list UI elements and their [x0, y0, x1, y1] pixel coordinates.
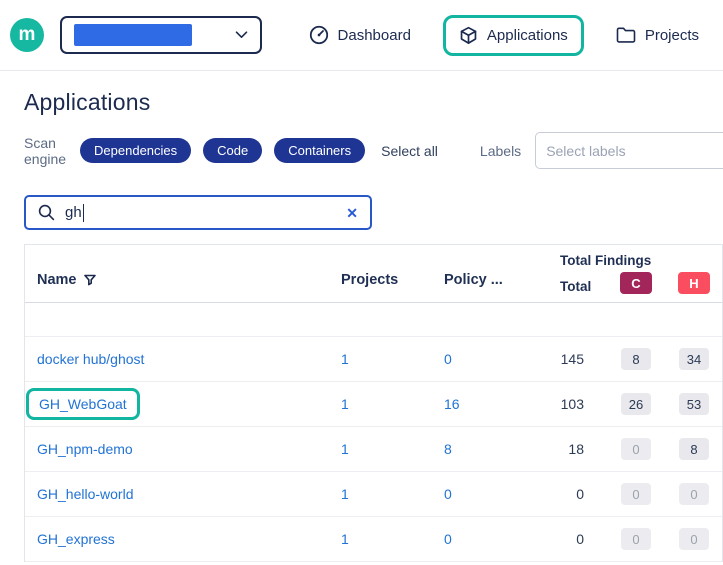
high-count-badge: 53	[679, 393, 709, 415]
critical-severity-badge[interactable]: C	[620, 272, 652, 294]
column-header-total[interactable]: Total	[540, 279, 608, 294]
projects-count-link[interactable]: 1	[341, 486, 349, 502]
filters-bar: Scan engine Dependencies Code Containers…	[24, 132, 723, 169]
high-count-badge: 0	[679, 528, 709, 550]
policy-violations-link[interactable]: 0	[444, 486, 452, 502]
app-name-link[interactable]: GH_hello-world	[37, 486, 133, 502]
critical-count-badge: 0	[621, 528, 651, 550]
total-findings-value: 103	[540, 396, 608, 412]
gauge-icon	[309, 25, 329, 45]
page-title: Applications	[24, 89, 723, 116]
table-row: GH_hello-world 1 0 0 0 0	[25, 472, 722, 517]
org-selector-dropdown[interactable]	[60, 16, 262, 54]
nav-dashboard[interactable]: Dashboard	[309, 25, 411, 45]
projects-count-link[interactable]: 1	[341, 351, 349, 367]
top-navbar: m Dashboard	[0, 0, 723, 71]
table-row: docker hub/ghost 1 0 145 8 34	[25, 337, 722, 382]
total-findings-group-header: Total Findings	[560, 253, 651, 268]
table-row: GH_express 1 0 0 0 0	[25, 517, 722, 562]
high-count-badge: 8	[679, 438, 709, 460]
scan-engine-pills: Dependencies Code Containers	[80, 138, 365, 163]
search-icon	[38, 204, 55, 221]
app-name-link[interactable]: docker hub/ghost	[37, 351, 144, 367]
webgoat-highlight-ring: GH_WebGoat	[26, 388, 140, 420]
top-nav-items: Dashboard Applications Projects	[309, 15, 699, 56]
pill-code[interactable]: Code	[203, 138, 262, 163]
cube-icon	[459, 26, 478, 45]
filter-funnel-icon[interactable]	[84, 274, 96, 286]
critical-count-badge: 0	[621, 438, 651, 460]
critical-count-badge: 0	[621, 483, 651, 505]
column-header-projects[interactable]: Projects	[330, 272, 435, 288]
labels-select-input[interactable]	[535, 132, 723, 169]
chevron-down-icon	[235, 31, 248, 39]
table-row: GH_npm-demo 1 8 18 0 8	[25, 427, 722, 472]
pill-containers[interactable]: Containers	[274, 138, 365, 163]
clear-search-icon[interactable]: ✕	[346, 206, 358, 220]
table-row: GH_WebGoat 1 16 103 26 53	[25, 382, 722, 427]
nav-projects[interactable]: Projects	[616, 26, 699, 44]
select-all-button[interactable]: Select all	[381, 143, 438, 159]
critical-count-badge: 8	[621, 348, 651, 370]
nav-projects-label: Projects	[645, 27, 699, 44]
critical-count-badge: 26	[621, 393, 651, 415]
table-row-spacer	[25, 303, 722, 337]
nav-applications[interactable]: Applications	[459, 26, 568, 45]
high-count-badge: 34	[679, 348, 709, 370]
total-findings-value: 18	[540, 441, 608, 457]
applications-page: m Dashboard	[0, 0, 723, 565]
total-findings-value: 0	[540, 531, 608, 547]
nav-dashboard-label: Dashboard	[338, 27, 411, 44]
scan-engine-label: Scan engine	[24, 135, 66, 167]
policy-violations-link[interactable]: 8	[444, 441, 452, 457]
policy-violations-link[interactable]: 0	[444, 531, 452, 547]
table-header: Total Findings Name Projects Policy ... …	[25, 245, 722, 303]
org-name-redacted	[74, 24, 192, 46]
total-findings-value: 0	[540, 486, 608, 502]
column-header-policy[interactable]: Policy ...	[435, 272, 540, 288]
policy-violations-link[interactable]: 0	[444, 351, 452, 367]
search-input[interactable]: gh ✕	[24, 195, 372, 230]
nav-applications-highlight-ring: Applications	[443, 15, 584, 56]
folder-icon	[616, 26, 636, 44]
main-content: Applications Scan engine Dependencies Co…	[0, 89, 723, 562]
app-name-link[interactable]: GH_WebGoat	[39, 396, 127, 412]
mend-logo: m	[10, 18, 44, 52]
column-header-name[interactable]: Name	[25, 272, 330, 288]
pill-dependencies[interactable]: Dependencies	[80, 138, 191, 163]
total-findings-value: 145	[540, 351, 608, 367]
applications-table: Total Findings Name Projects Policy ... …	[24, 244, 723, 562]
app-name-link[interactable]: GH_npm-demo	[37, 441, 133, 457]
policy-violations-link[interactable]: 16	[444, 396, 460, 412]
nav-applications-label: Applications	[487, 27, 568, 44]
high-severity-badge[interactable]: H	[678, 272, 710, 294]
projects-count-link[interactable]: 1	[341, 441, 349, 457]
labels-label: Labels	[480, 143, 521, 159]
high-count-badge: 0	[679, 483, 709, 505]
projects-count-link[interactable]: 1	[341, 531, 349, 547]
app-name-link[interactable]: GH_express	[37, 531, 115, 547]
text-caret	[83, 204, 84, 222]
search-query-text: gh	[65, 204, 82, 221]
projects-count-link[interactable]: 1	[341, 396, 349, 412]
